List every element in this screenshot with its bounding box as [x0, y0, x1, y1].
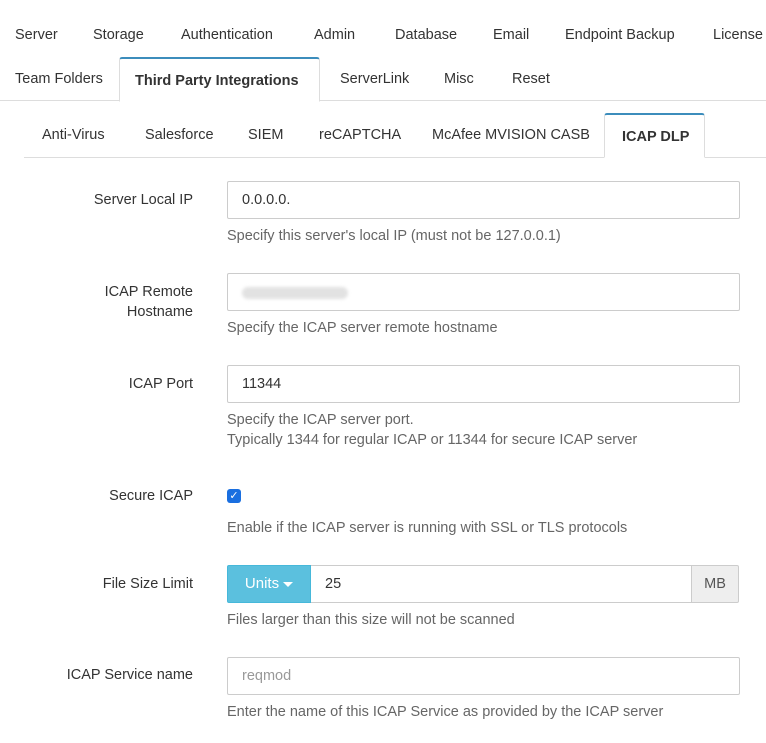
checkmark-icon: ✓ — [229, 490, 239, 502]
tab-serverlink[interactable]: ServerLink — [325, 57, 424, 101]
tab-server[interactable]: Server — [0, 13, 73, 57]
tab-reset[interactable]: Reset — [497, 57, 565, 101]
tab-third-party-integrations-label: Third Party Integrations — [135, 73, 299, 89]
tab-database[interactable]: Database — [380, 13, 472, 57]
icap-remote-hostname-help: Specify the ICAP server remote hostname — [227, 320, 498, 336]
top-nav-row-1: Server Storage Authentication Admin Data… — [0, 0, 766, 57]
server-local-ip-help: Specify this server's local IP (must not… — [227, 228, 561, 244]
file-size-limit-input[interactable]: 25 — [311, 565, 691, 603]
icap-service-name-help: Enter the name of this ICAP Service as p… — [227, 704, 664, 720]
secure-icap-help: Enable if the ICAP server is running wit… — [227, 520, 628, 536]
subtab-siem[interactable]: SIEM — [230, 113, 301, 157]
icap-remote-hostname-label: ICAP Remote Hostname — [13, 282, 193, 322]
server-local-ip-input[interactable]: 0.0.0.0. — [227, 181, 740, 219]
secure-icap-label: Secure ICAP — [109, 488, 193, 504]
icap-port-help-line2: Typically 1344 for regular ICAP or 11344… — [227, 432, 638, 448]
icap-service-name-placeholder: reqmod — [242, 668, 292, 684]
tab-misc[interactable]: Misc — [429, 57, 489, 101]
server-local-ip-value: 0.0.0.0. — [242, 192, 291, 208]
icap-port-help-line1: Specify the ICAP server port. — [227, 412, 414, 428]
icap-service-name-input[interactable]: reqmod — [227, 657, 740, 695]
tab-endpoint-backup[interactable]: Endpoint Backup — [550, 13, 690, 57]
tab-storage[interactable]: Storage — [78, 13, 159, 57]
file-size-limit-help: Files larger than this size will not be … — [227, 612, 515, 628]
caret-down-icon — [283, 581, 294, 587]
units-label: Units — [244, 575, 280, 592]
file-size-limit-value: 25 — [325, 576, 342, 592]
icap-remote-hostname-label-line2: Hostname — [126, 304, 193, 320]
subtab-icap-dlp-label: ICAP DLP — [622, 129, 690, 145]
top-nav-row-2: Team Folders Third Party Integrations Se… — [0, 57, 766, 102]
tab-license[interactable]: License — [698, 13, 766, 57]
file-size-limit-group: Units 25 MB — [227, 565, 739, 603]
icap-remote-hostname-label-line1: ICAP Remote — [104, 284, 193, 300]
icap-remote-hostname-input[interactable] — [227, 273, 740, 311]
tab-third-party-integrations[interactable]: Third Party Integrations — [119, 57, 320, 102]
file-size-unit-addon: MB — [691, 565, 739, 603]
secure-icap-checkbox[interactable]: ✓ — [227, 489, 241, 503]
icap-port-help: Specify the ICAP server port. Typically … — [227, 410, 637, 450]
tab-email[interactable]: Email — [478, 13, 544, 57]
subtab-salesforce[interactable]: Salesforce — [127, 113, 232, 157]
tab-authentication[interactable]: Authentication — [166, 13, 288, 57]
subtab-anti-virus[interactable]: Anti-Virus — [24, 113, 123, 157]
icap-port-label: ICAP Port — [128, 376, 193, 392]
file-size-limit-label: File Size Limit — [102, 576, 193, 592]
icap-port-input[interactable]: 11344 — [227, 365, 740, 403]
units-dropdown-button[interactable]: Units — [227, 565, 311, 603]
subtab-mcafee-mvision-casb[interactable]: McAfee MVISION CASB — [414, 113, 608, 157]
redacted-hostname — [242, 287, 348, 299]
icap-service-name-label: ICAP Service name — [66, 667, 193, 683]
subtab-recaptcha[interactable]: reCAPTCHA — [301, 113, 419, 157]
server-local-ip-label: Server Local IP — [93, 192, 193, 208]
tab-admin[interactable]: Admin — [299, 13, 370, 57]
subtab-icap-dlp[interactable]: ICAP DLP — [604, 113, 705, 158]
top-nav-divider — [0, 100, 766, 101]
top-nav: Server Storage Authentication Admin Data… — [0, 0, 766, 102]
icap-port-value: 11344 — [242, 376, 282, 392]
sub-nav: Anti-Virus Salesforce SIEM reCAPTCHA McA… — [24, 113, 766, 158]
tab-team-folders[interactable]: Team Folders — [0, 57, 118, 101]
